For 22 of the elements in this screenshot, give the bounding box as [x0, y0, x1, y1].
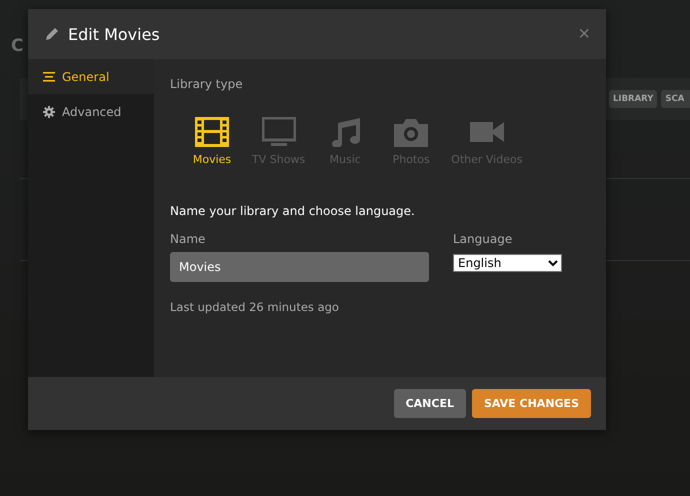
pencil-icon [44, 26, 60, 42]
name-field[interactable]: Movies [170, 252, 429, 282]
close-button[interactable]: × [578, 22, 590, 46]
sidebar-item[interactable]: General [28, 59, 154, 94]
page-title: C [11, 36, 24, 58]
monitor-icon [262, 117, 296, 147]
cancel-button[interactable]: CANCEL [394, 389, 466, 418]
last-updated-text: Last updated 26 minutes ago [170, 300, 340, 314]
instruction-text: Name your library and choose language. [170, 204, 416, 218]
name-label: Name [170, 232, 206, 246]
toolbar-button[interactable]: SCA [661, 90, 690, 108]
language-dropdown[interactable]: English [453, 254, 562, 272]
library-type-option[interactable]: Movies [182, 117, 242, 166]
camera-icon [394, 117, 428, 147]
language-label: Language [453, 232, 514, 246]
save-button[interactable]: SAVE CHANGES [472, 389, 591, 418]
gear-icon [43, 106, 55, 118]
film-icon [195, 117, 229, 147]
toolbar-button[interactable]: LIBRARY [609, 90, 658, 108]
dialog-title: Edit Movies [68, 24, 161, 44]
section-label: Library type [170, 77, 244, 91]
lines-icon [43, 70, 55, 82]
